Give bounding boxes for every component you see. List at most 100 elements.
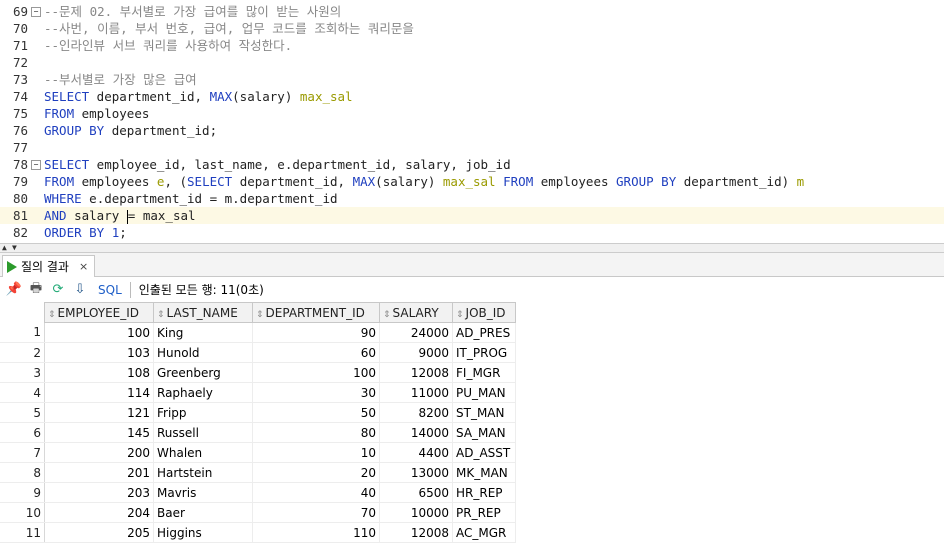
table-cell[interactable]: 70 <box>252 502 380 523</box>
code-line[interactable]: 71 --인라인뷰 서브 쿼리를 사용하여 작성한다. <box>0 37 944 54</box>
table-cell[interactable]: 6500 <box>379 482 453 503</box>
table-cell[interactable]: 205 <box>44 522 154 543</box>
table-cell[interactable]: 204 <box>44 502 154 523</box>
table-cell[interactable]: ST_MAN <box>452 402 516 423</box>
results-grid[interactable]: ⇕ EMPLOYEE_ID ⇕ LAST_NAME ⇕ DEPARTMENT_ID ⇕ SAL… <box>0 302 944 551</box>
table-cell[interactable]: Hunold <box>153 342 253 363</box>
table-cell[interactable]: Greenberg <box>153 362 253 383</box>
table-cell[interactable]: IT_PROG <box>452 342 516 363</box>
code-line[interactable]: 82 ORDER BY 1; <box>0 224 944 241</box>
table-row[interactable]: 7 200 Whalen 10 4400 AD_ASST <box>0 442 516 463</box>
table-cell[interactable]: 11000 <box>379 382 453 403</box>
code-line[interactable]: 75 FROM employees <box>0 105 944 122</box>
sql-link[interactable]: SQL <box>98 283 122 297</box>
table-cell[interactable]: FI_MGR <box>452 362 516 383</box>
code-line[interactable]: 77 <box>0 139 944 156</box>
table-cell[interactable]: 100 <box>44 322 154 343</box>
column-header-salary[interactable]: ⇕ SALARY <box>379 302 453 323</box>
table-row[interactable]: 10 204 Baer 70 10000 PR_REP <box>0 502 516 523</box>
table-cell[interactable]: AC_MGR <box>452 522 516 543</box>
table-row[interactable]: 11 205 Higgins 110 12008 AC_MGR <box>0 522 516 543</box>
close-tab-icon[interactable]: × <box>79 260 88 273</box>
results-toolbar: 📌 🖶 ⟳ ⇩ SQL 인출된 모든 행: 11(0초) <box>0 277 944 302</box>
code-line[interactable]: 69− --문제 02. 부서별로 가장 급여를 많이 받는 사원의 <box>0 3 944 20</box>
table-cell[interactable]: 14000 <box>379 422 453 443</box>
table-row[interactable]: 8 201 Hartstein 20 13000 MK_MAN <box>0 462 516 483</box>
table-cell[interactable]: 145 <box>44 422 154 443</box>
table-row[interactable]: 1 100 King 90 24000 AD_PRES <box>0 322 516 343</box>
table-cell[interactable]: HR_REP <box>452 482 516 503</box>
table-cell[interactable]: PU_MAN <box>452 382 516 403</box>
column-header-job_id[interactable]: ⇕ JOB_ID <box>452 302 516 323</box>
table-cell[interactable]: Hartstein <box>153 462 253 483</box>
table-cell[interactable]: 9000 <box>379 342 453 363</box>
column-header-department_id[interactable]: ⇕ DEPARTMENT_ID <box>252 302 380 323</box>
tab-query-result[interactable]: 질의 결과 × <box>2 255 96 277</box>
refresh-icon[interactable]: ⟳ <box>50 282 66 298</box>
table-cell[interactable]: Raphaely <box>153 382 253 403</box>
table-cell[interactable]: 121 <box>44 402 154 423</box>
table-cell[interactable]: 24000 <box>379 322 453 343</box>
collapse-up-icon[interactable]: ▲ <box>2 244 7 252</box>
table-cell[interactable]: 90 <box>252 322 380 343</box>
code-line[interactable]: 76 GROUP BY department_id; <box>0 122 944 139</box>
table-cell[interactable]: AD_ASST <box>452 442 516 463</box>
table-cell[interactable]: Russell <box>153 422 253 443</box>
pin-icon[interactable]: 📌 <box>6 282 22 298</box>
code-line[interactable]: 80 WHERE e.department_id = m.department_i… <box>0 190 944 207</box>
table-row[interactable]: 9 203 Mavris 40 6500 HR_REP <box>0 482 516 503</box>
table-cell[interactable]: 10000 <box>379 502 453 523</box>
table-cell[interactable]: 108 <box>44 362 154 383</box>
sql-editor[interactable]: 69− --문제 02. 부서별로 가장 급여를 많이 받는 사원의 70 --사번,… <box>0 0 944 243</box>
table-row[interactable]: 6 145 Russell 80 14000 SA_MAN <box>0 422 516 443</box>
table-cell[interactable]: 100 <box>252 362 380 383</box>
pane-splitter[interactable]: ▲ ▼ <box>0 243 944 253</box>
table-cell[interactable]: 20 <box>252 462 380 483</box>
code-line[interactable]: 79 FROM employees e, (SELECT department_i… <box>0 173 944 190</box>
fold-toggle-icon[interactable]: − <box>31 160 41 170</box>
table-cell[interactable]: 4400 <box>379 442 453 463</box>
table-cell[interactable]: 80 <box>252 422 380 443</box>
code-line[interactable]: 78− SELECT employee_id, last_name, e.depa… <box>0 156 944 173</box>
table-cell[interactable]: Fripp <box>153 402 253 423</box>
table-cell[interactable]: 50 <box>252 402 380 423</box>
table-cell[interactable]: King <box>153 322 253 343</box>
table-cell[interactable]: 114 <box>44 382 154 403</box>
table-cell[interactable]: 13000 <box>379 462 453 483</box>
collapse-down-icon[interactable]: ▼ <box>12 244 17 252</box>
table-cell[interactable]: 201 <box>44 462 154 483</box>
table-cell[interactable]: AD_PRES <box>452 322 516 343</box>
table-cell[interactable]: PR_REP <box>452 502 516 523</box>
fold-toggle-icon[interactable]: − <box>31 7 41 17</box>
table-cell[interactable]: Higgins <box>153 522 253 543</box>
table-cell[interactable]: 8200 <box>379 402 453 423</box>
table-row[interactable]: 3 108 Greenberg 100 12008 FI_MGR <box>0 362 516 383</box>
table-cell[interactable]: 110 <box>252 522 380 543</box>
table-cell[interactable]: 200 <box>44 442 154 463</box>
table-row[interactable]: 4 114 Raphaely 30 11000 PU_MAN <box>0 382 516 403</box>
table-cell[interactable]: 40 <box>252 482 380 503</box>
table-cell[interactable]: 30 <box>252 382 380 403</box>
table-cell[interactable]: 203 <box>44 482 154 503</box>
code-line[interactable]: 73 --부서별로 가장 많은 급여 <box>0 71 944 88</box>
table-cell[interactable]: 103 <box>44 342 154 363</box>
table-cell[interactable]: 12008 <box>379 522 453 543</box>
table-cell[interactable]: 12008 <box>379 362 453 383</box>
table-cell[interactable]: Mavris <box>153 482 253 503</box>
code-line[interactable]: 81 AND salary = max_sal <box>0 207 944 224</box>
print-icon[interactable]: 🖶 <box>28 281 44 298</box>
column-header-last_name[interactable]: ⇕ LAST_NAME <box>153 302 253 323</box>
table-cell[interactable]: 60 <box>252 342 380 363</box>
table-cell[interactable]: SA_MAN <box>452 422 516 443</box>
table-cell[interactable]: Whalen <box>153 442 253 463</box>
table-cell[interactable]: Baer <box>153 502 253 523</box>
table-row[interactable]: 2 103 Hunold 60 9000 IT_PROG <box>0 342 516 363</box>
export-icon[interactable]: ⇩ <box>72 282 88 298</box>
code-line[interactable]: 72 <box>0 54 944 71</box>
table-cell[interactable]: MK_MAN <box>452 462 516 483</box>
table-row[interactable]: 5 121 Fripp 50 8200 ST_MAN <box>0 402 516 423</box>
code-line[interactable]: 70 --사번, 이름, 부서 번호, 급여, 업무 코드를 조회하는 쿼리문을 <box>0 20 944 37</box>
code-line[interactable]: 74 SELECT department_id, MAX(salary) max_… <box>0 88 944 105</box>
table-cell[interactable]: 10 <box>252 442 380 463</box>
column-header-employee_id[interactable]: ⇕ EMPLOYEE_ID <box>44 302 154 323</box>
